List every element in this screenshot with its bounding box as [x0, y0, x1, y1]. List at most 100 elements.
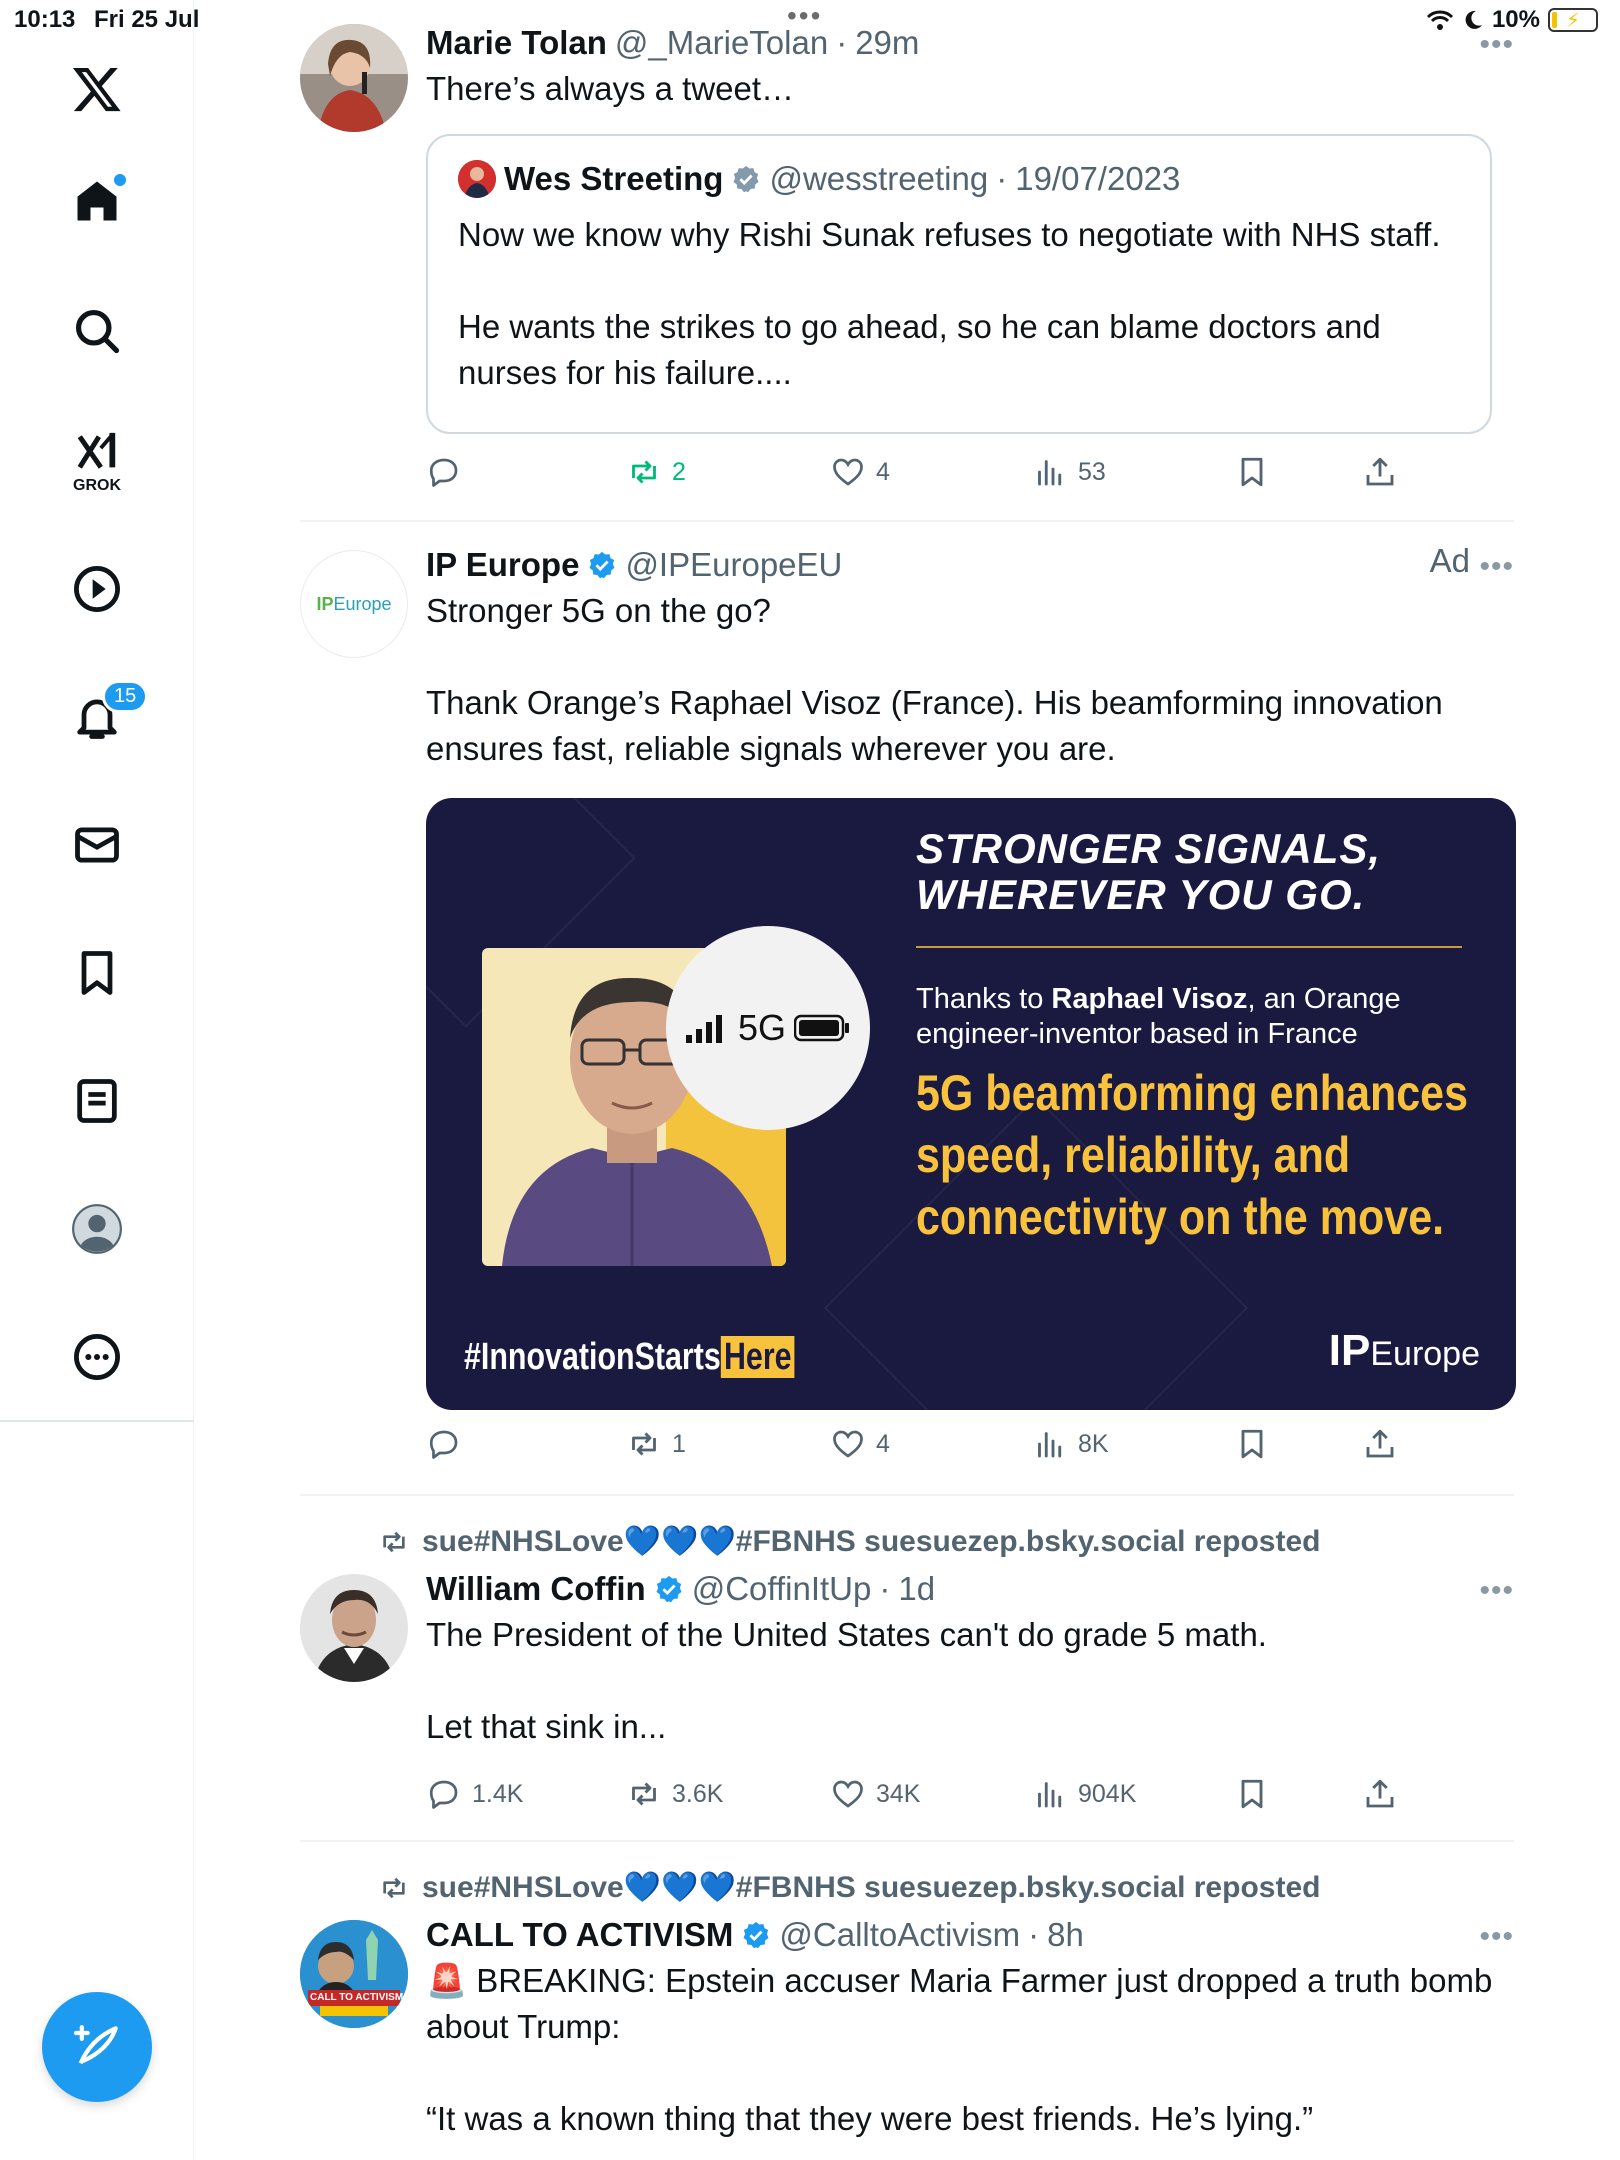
reply-button[interactable] [426, 1426, 472, 1462]
ad-thanks-text: Thanks to Raphael Visoz, an Orange engin… [916, 983, 1401, 1050]
repost-attribution[interactable]: sue#NHSLove💙💙💙#FBNHS suesuezep.bsky.soci… [378, 1870, 1320, 1905]
quoted-tweet[interactable]: Wes Streeting @wesstreeting · 19/07/2023… [426, 134, 1492, 434]
view-count: 8K [1078, 1429, 1109, 1458]
quote-text: Now we know why Rishi Sunak refuses to n… [458, 216, 1441, 391]
like-count: 4 [876, 1429, 890, 1458]
views-button[interactable]: 904K [1032, 1776, 1136, 1812]
mail-icon [75, 827, 119, 863]
repost-button[interactable]: 2 [626, 454, 686, 490]
like-button[interactable]: 4 [830, 454, 890, 490]
share-button[interactable] [1362, 1426, 1398, 1462]
tweet-header: CALL TO ACTIVISM @CalltoActivism · 8h [426, 1916, 1514, 1954]
nav-home[interactable] [56, 160, 138, 242]
tweet-time[interactable]: 29m [855, 24, 919, 62]
tweet-time[interactable]: 8h [1047, 1916, 1084, 1954]
nav-notifications[interactable]: 15 [56, 676, 149, 758]
author-name[interactable]: IP Europe [426, 546, 579, 584]
x-logo-icon[interactable] [56, 48, 138, 130]
views-button[interactable]: 53 [1032, 454, 1106, 490]
sidebar: GROK 15 [0, 0, 194, 2160]
views-button[interactable]: 8K [1032, 1426, 1109, 1462]
share-icon [1366, 1779, 1394, 1808]
repost-attribution-text: sue#NHSLove💙💙💙#FBNHS suesuezep.bsky.soci… [422, 1871, 1321, 1904]
search-icon [75, 309, 120, 354]
like-button[interactable]: 34K [830, 1776, 920, 1812]
separator-dot: · [879, 1570, 891, 1607]
bookmark-icon [81, 951, 113, 995]
author-handle[interactable]: @_MarieTolan [615, 24, 828, 62]
nav-grok[interactable]: GROK [56, 412, 138, 512]
nav-messages[interactable] [56, 804, 138, 886]
ad-label: Ad [1429, 542, 1470, 579]
nav-bookmarks[interactable] [56, 932, 138, 1014]
tweet-actions: 1 4 8K [426, 1426, 1426, 1476]
notification-badge: 15 [102, 680, 149, 713]
compose-icon [73, 2025, 118, 2065]
reply-icon [429, 1430, 458, 1459]
quote-author-name: Wes Streeting [504, 160, 724, 197]
more-options-icon[interactable]: ••• [1479, 550, 1514, 584]
tweet[interactable]: William Coffin @CoffinItUp · 1d ••• The … [300, 1570, 1514, 1840]
repost-button[interactable]: 3.6K [626, 1776, 723, 1812]
tweet-divider [300, 1494, 1514, 1496]
nav-more[interactable] [56, 1316, 138, 1398]
sidebar-separator [0, 1420, 194, 1422]
author-name[interactable]: William Coffin [426, 1570, 646, 1608]
nav-search[interactable] [56, 290, 138, 372]
repost-icon [383, 1877, 405, 1898]
quote-header: Wes Streeting @wesstreeting · 19/07/2023 [458, 160, 1460, 198]
tweet[interactable]: CALL TO ACTIVISM CALL TO ACTIVISM @Callt… [300, 1916, 1514, 2156]
verified-badge-icon [743, 1921, 769, 1949]
more-options-icon[interactable]: ••• [1479, 1920, 1514, 1954]
tweet[interactable]: Marie Tolan @_MarieTolan · 29m ••• There… [300, 24, 1514, 504]
author-name[interactable]: CALL TO ACTIVISM [426, 1916, 733, 1954]
tweet-content: William Coffin @CoffinItUp · 1d ••• The … [426, 1570, 1514, 1750]
tweet-time[interactable]: 1d [898, 1570, 935, 1608]
repost-button[interactable]: 1 [626, 1426, 686, 1462]
like-button[interactable]: 4 [830, 1426, 890, 1462]
heart-icon [833, 1430, 863, 1458]
separator-dot: · [836, 24, 848, 61]
avatar[interactable]: CALL TO ACTIVISM [300, 1920, 408, 2028]
author-name[interactable]: Marie Tolan [426, 24, 607, 62]
share-button[interactable] [1362, 1776, 1398, 1812]
more-options-icon[interactable]: ••• [1479, 28, 1514, 62]
repost-count: 3.6K [672, 1779, 724, 1808]
tweet-header: Marie Tolan @_MarieTolan · 29m [426, 24, 1514, 62]
ad-big-text: 5G beamforming enhances speed, reliabili… [916, 1065, 1468, 1245]
nav-video[interactable] [56, 548, 138, 630]
author-handle[interactable]: @IPEuropeEU [625, 546, 842, 584]
repost-count: 1 [672, 1429, 686, 1458]
tweet-divider [300, 1840, 1514, 1842]
tweet-text: There’s always a tweet… [426, 70, 795, 107]
bookmark-icon [1241, 1779, 1263, 1809]
tweet-actions: 2 4 53 [426, 454, 1426, 504]
nav-profile[interactable] [56, 1188, 138, 1270]
verified-badge-icon [589, 551, 615, 579]
nav-articles[interactable] [56, 1060, 138, 1142]
ad-headline: STRONGER SIGNALS, WHEREVER YOU GO. [916, 825, 1382, 918]
bookmark-button[interactable] [1234, 1776, 1270, 1812]
repost-attribution[interactable]: sue#NHSLove💙💙💙#FBNHS suesuezep.bsky.soci… [378, 1524, 1320, 1559]
verified-badge-icon [733, 165, 759, 193]
author-handle[interactable]: @CoffinItUp [692, 1570, 872, 1608]
view-count: 904K [1078, 1779, 1137, 1808]
more-options-icon[interactable]: ••• [1479, 1574, 1514, 1608]
avatar[interactable] [300, 24, 408, 132]
tweet-text: Stronger 5G on the go? Thank Orange’s Ra… [426, 592, 1443, 767]
share-button[interactable] [1362, 454, 1398, 490]
reply-button[interactable] [426, 454, 472, 490]
ad-image[interactable]: 5G STRONGER SIGNALS, WHEREVER YOU GO. Th… [426, 798, 1516, 1410]
views-icon [1038, 1782, 1062, 1808]
author-handle[interactable]: @CalltoActivism [779, 1916, 1020, 1954]
compose-button[interactable] [42, 1992, 152, 2102]
bookmark-button[interactable] [1234, 1426, 1270, 1462]
reply-icon [429, 1780, 458, 1809]
avatar[interactable] [300, 1574, 408, 1682]
avatar[interactable]: IPEurope [300, 550, 408, 658]
tweet-ad[interactable]: IPEurope IP Europe @IPEuropeEU Ad ••• St… [300, 542, 1516, 1466]
reply-button[interactable]: 1.4K [426, 1776, 523, 1812]
bookmark-button[interactable] [1234, 454, 1270, 490]
home-unread-dot [114, 174, 126, 186]
view-count: 53 [1078, 457, 1106, 486]
